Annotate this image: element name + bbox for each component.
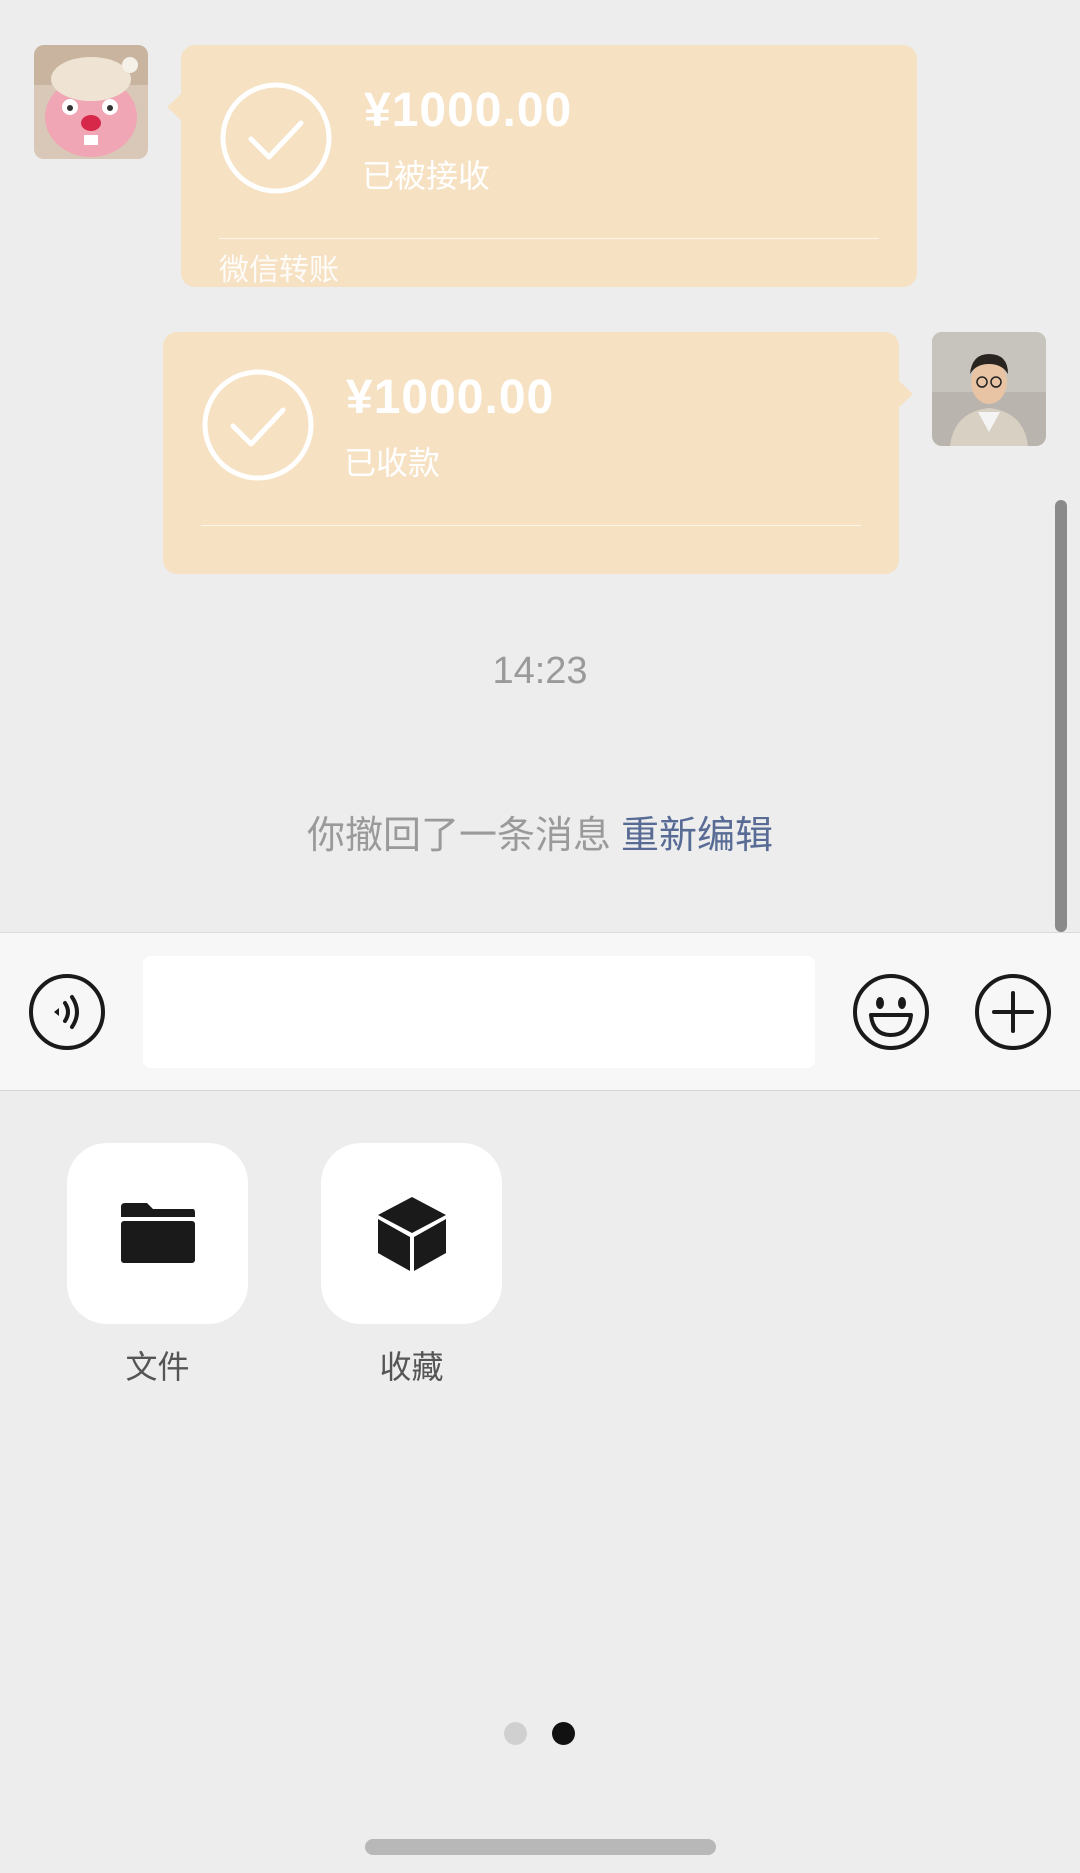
message-input-bar [0,932,1080,1091]
bubble-divider [219,238,879,239]
page-dot-1[interactable] [504,1722,527,1745]
file-tile-button[interactable] [67,1143,248,1324]
transfer-source-label: 微信转账 [219,253,339,288]
transfer-status: 已收款 [344,444,441,482]
emoji-button[interactable] [852,973,930,1051]
chat-area: ¥1000.00 已被接收 微信转账 ¥1000.00 已收款 14:23 你撤… [0,0,1080,932]
folder-icon [120,1202,195,1263]
chat-screen: ¥1000.00 已被接收 微信转账 ¥1000.00 已收款 14:23 你撤… [0,0,1080,1873]
check-circle-icon [220,82,332,194]
file-tile-label: 文件 [125,1348,190,1386]
recall-notice: 你撤回了一条消息 重新编辑 [0,804,1080,859]
cube-icon [377,1196,446,1271]
message-timestamp: 14:23 [492,650,588,692]
emoji-icon [853,974,929,1050]
page-indicator [0,1722,1080,1746]
more-functions-button[interactable] [974,973,1052,1051]
transfer-bubble-collected[interactable]: ¥1000.00 已收款 [163,332,913,574]
my-avatar[interactable] [932,332,1046,446]
voice-button[interactable] [28,973,106,1051]
bubble-divider [201,525,861,526]
transfer-amount: ¥1000.00 [346,371,555,424]
home-indicator[interactable] [365,1839,716,1855]
transfer-bubble-received[interactable]: ¥1000.00 已被接收 微信转账 [167,45,917,288]
voice-icon [29,974,105,1050]
check-circle-icon [202,369,314,481]
plus-icon [975,974,1051,1050]
transfer-amount: ¥1000.00 [364,84,573,137]
transfer-status: 已被接收 [362,157,491,195]
favorites-tile-button[interactable] [321,1143,502,1324]
more-functions-panel: 文件 收藏 [0,1091,1080,1873]
favorites-tile-label: 收藏 [379,1348,444,1386]
message-text-input[interactable] [143,956,815,1068]
chat-scrollbar[interactable] [1055,500,1067,932]
re-edit-link[interactable]: 重新编辑 [621,813,773,857]
contact-avatar[interactable] [34,45,148,159]
page-dot-2-active[interactable] [552,1722,575,1745]
recall-text: 你撤回了一条消息 [306,813,611,857]
